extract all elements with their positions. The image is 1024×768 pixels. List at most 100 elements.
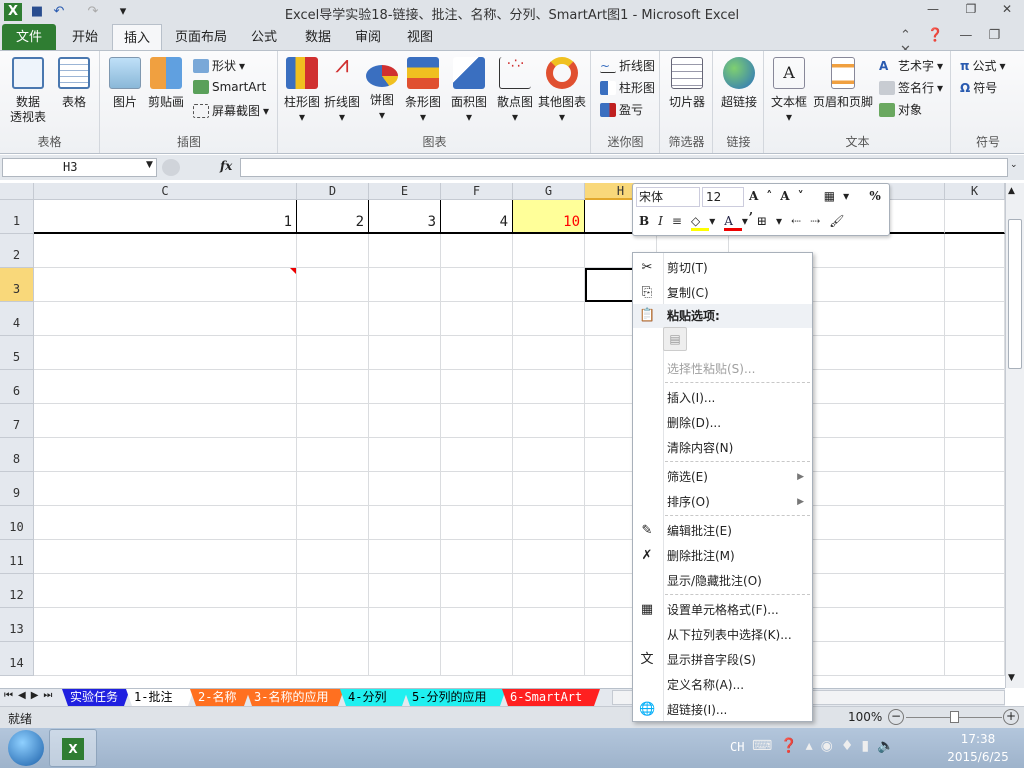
mini-toolbar-row2-buttons[interactable]: BI≡◇▾A▾⊞▾⇠⇢🖌 [639,214,853,231]
cell-F9[interactable] [441,472,513,506]
cell-E13[interactable] [369,608,441,642]
cell-C2[interactable] [34,234,297,268]
cell-D2[interactable] [297,234,369,268]
cell-G1[interactable]: 10 [513,200,585,234]
cell-D8[interactable] [297,438,369,472]
line-chart-button[interactable]: ⩘ 折线图 ▾ [323,52,361,125]
cell-F4[interactable] [441,302,513,336]
context-menu-item[interactable]: 筛选(E) ▶ [633,465,812,489]
column-header-C[interactable]: C [34,183,297,200]
cell-G8[interactable] [513,438,585,472]
cell-G11[interactable] [513,540,585,574]
cell-C11[interactable] [34,540,297,574]
clock-time[interactable]: 17:38 [948,732,1008,746]
cell-C8[interactable] [34,438,297,472]
cell-D11[interactable] [297,540,369,574]
shapes-button[interactable]: 形状 ▾ [193,57,245,74]
sparkline-column-button[interactable]: 柱形图 [600,79,655,96]
scatter-chart-button[interactable]: ·∴· 散点图 ▾ [493,57,537,125]
symbol-button[interactable]: Ω 符号 [960,79,997,96]
vertical-scrollbar[interactable]: ▲ ▼ [1005,183,1024,688]
sheet-tab[interactable]: 2-名称 [190,689,250,706]
context-menu-item[interactable]: 文显示拼音字段(S) [633,648,812,672]
tab-view[interactable]: 视图 [398,24,442,51]
context-menu-item[interactable]: 定义名称(A)... [633,673,812,697]
cell-E9[interactable] [369,472,441,506]
cell-D13[interactable] [297,608,369,642]
cell-F11[interactable] [441,540,513,574]
context-menu-item[interactable]: 排序(O) ▶ [633,490,812,514]
cell-K5[interactable] [945,336,1005,370]
sheet-tab[interactable]: 4-分列 [340,689,408,706]
row-header-12[interactable]: 12 [0,574,34,608]
context-menu-item[interactable]: 删除(D)... [633,411,812,435]
cell-E3[interactable] [369,268,441,302]
row-header-11[interactable]: 11 [0,540,34,574]
cell-D1[interactable]: 2 [297,200,369,234]
sheet-nav-buttons[interactable]: ⏮◀▶⏭ [4,690,57,701]
cell-C7[interactable] [34,404,297,438]
cell-C9[interactable] [34,472,297,506]
language-indicator[interactable]: CH [730,740,744,754]
context-menu-item[interactable]: ✎ 编辑批注(E) [633,519,812,543]
cell-E10[interactable] [369,506,441,540]
row-header-6[interactable]: 6 [0,370,34,404]
cell-C14[interactable] [34,642,297,676]
cell-K3[interactable] [945,268,1005,302]
other-charts-button[interactable]: 其他图表 ▾ [535,57,589,125]
row-header-8[interactable]: 8 [0,438,34,472]
row-header-5[interactable]: 5 [0,336,34,370]
zoom-slider-thumb[interactable] [950,711,959,723]
cell-G4[interactable] [513,302,585,336]
row-header-7[interactable]: 7 [0,404,34,438]
cell-K2[interactable] [945,234,1005,268]
bar-chart-button[interactable]: 条形图 ▾ [401,57,445,125]
context-menu-item[interactable]: ▦ 设置单元格格式(F)... [633,598,812,622]
cell-G9[interactable] [513,472,585,506]
cell-E4[interactable] [369,302,441,336]
cell-K11[interactable] [945,540,1005,574]
cell-G3[interactable] [513,268,585,302]
pie-chart-button[interactable]: 饼图 ▾ [365,57,399,123]
cell-G5[interactable] [513,336,585,370]
row-header-1[interactable]: 1 [0,200,34,234]
cell-D12[interactable] [297,574,369,608]
cell-D14[interactable] [297,642,369,676]
zoom-level[interactable]: 100% [848,710,882,724]
cell-D3[interactable] [297,268,369,302]
row-header-14[interactable]: 14 [0,642,34,676]
cell-E2[interactable] [369,234,441,268]
picture-button[interactable]: 图片 [107,57,143,110]
cell-C4[interactable] [34,302,297,336]
cell-E1[interactable]: 3 [369,200,441,234]
close-button[interactable]: ✕ [994,2,1020,20]
row-header-10[interactable]: 10 [0,506,34,540]
tab-insert[interactable]: 插入 [112,24,162,51]
cell-F3[interactable] [441,268,513,302]
cell-G2[interactable] [513,234,585,268]
cell-K7[interactable] [945,404,1005,438]
context-menu-item[interactable]: 显示/隐藏批注(O) [633,569,812,593]
cell-C5[interactable] [34,336,297,370]
cell-G14[interactable] [513,642,585,676]
restore-button[interactable]: ❐ [958,2,984,20]
tray-icons[interactable]: ⌨❓▴◉♦▮🔈 [752,738,903,754]
sparkline-line-button[interactable]: ~ 折线图 [600,57,655,74]
cell-D5[interactable] [297,336,369,370]
scroll-thumb[interactable] [1008,219,1022,369]
mini-toolbar-row1-buttons[interactable]: A˄A˅ ▦▾ % , [749,189,889,217]
sheet-tab[interactable]: 6-SmartArt图 [502,689,600,706]
zoom-in-button[interactable]: + [1003,709,1019,725]
sheet-tab[interactable]: 5-分列的应用 [404,689,506,706]
cell-C6[interactable] [34,370,297,404]
expand-formula-bar-icon[interactable]: ⌄ [1010,160,1018,170]
zoom-out-button[interactable]: − [888,709,904,725]
cell-D7[interactable] [297,404,369,438]
cell-D6[interactable] [297,370,369,404]
cell-C12[interactable] [34,574,297,608]
paste-option-icon[interactable]: ▤ [663,327,687,351]
cell-F5[interactable] [441,336,513,370]
cell-E14[interactable] [369,642,441,676]
cell-K4[interactable] [945,302,1005,336]
cell-F12[interactable] [441,574,513,608]
